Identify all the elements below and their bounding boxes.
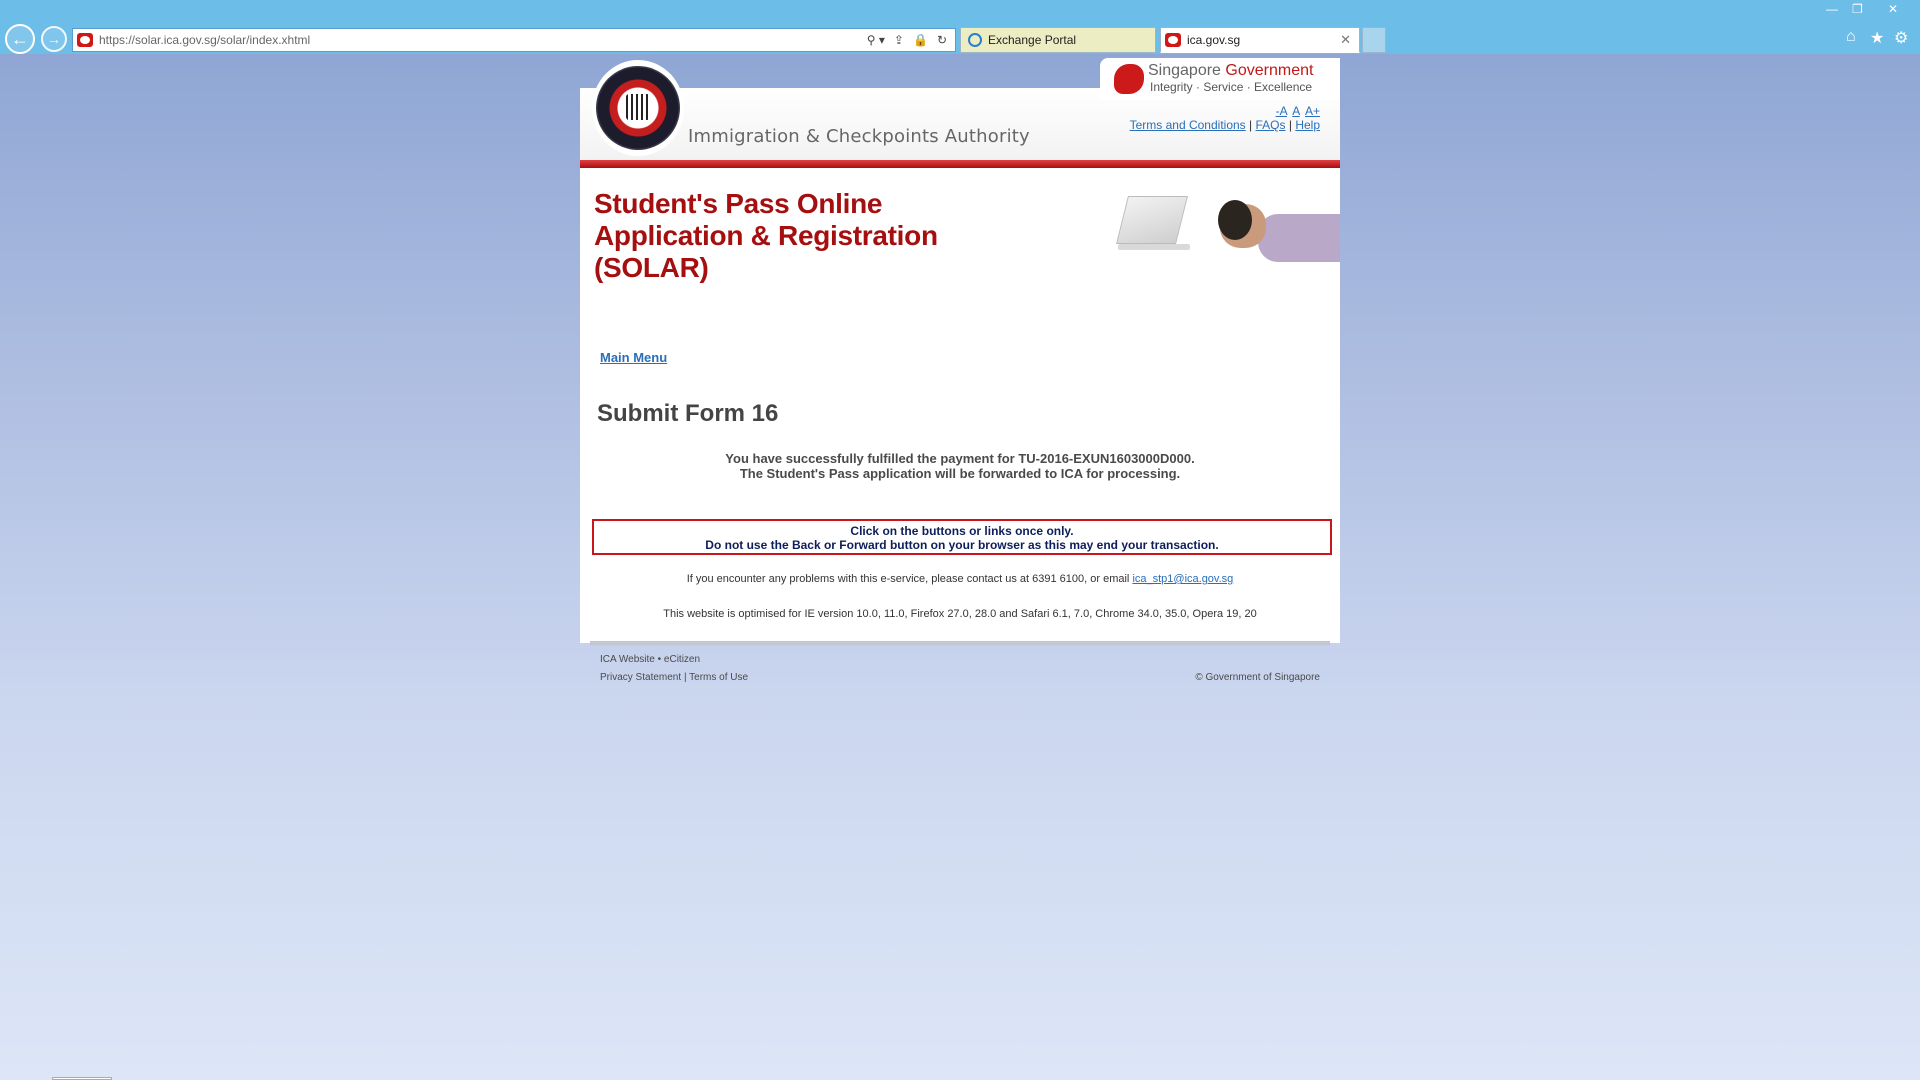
lock-icon[interactable]: 🔒 [913,33,928,47]
singapore-government-banner[interactable]: Singapore Government Integrity · Service… [1100,58,1340,100]
tab-label: Exchange Portal [988,33,1077,47]
separator: | [1249,118,1253,132]
window-close-icon[interactable]: ✕ [1888,2,1898,16]
person-hair [1218,200,1252,240]
header-red-stripe [580,160,1340,168]
ie-globe-icon [968,33,982,47]
settings-gear-icon[interactable]: ⚙ [1894,28,1908,48]
refresh-icon[interactable]: ↻ [937,33,947,47]
tab-label: ica.gov.sg [1187,33,1241,47]
footer-primary-links: ICA Website • eCitizen [600,654,700,665]
warning-notice: Click on the buttons or links once only.… [592,519,1332,555]
site-favicon-icon [77,33,93,47]
copyright-notice: © Government of Singapore [1195,672,1320,683]
person-body [1258,214,1340,262]
restore-icon[interactable]: ❐ [1852,2,1863,16]
privacy-statement-link[interactable]: Privacy Statement [600,672,681,683]
laptop-base [1118,244,1190,250]
gov-title: Singapore Government [1148,62,1314,79]
form-title: Submit Form 16 [597,400,779,427]
bullet: • [657,654,662,665]
main-menu-link[interactable]: Main Menu [600,350,667,365]
faqs-link[interactable]: FAQs [1255,118,1285,132]
address-bar[interactable]: https://solar.ica.gov.sg/solar/index.xht… [72,28,956,52]
help-link[interactable]: Help [1295,118,1320,132]
site-header: Immigration & Checkpoints Authority Sing… [580,58,1340,168]
laptop-icon [1116,196,1188,244]
share-icon[interactable]: ⇪ [894,33,904,47]
panel-shadow [590,641,1330,647]
page-title: Student's Pass Online Application & Regi… [594,188,938,283]
agency-name: Immigration & Checkpoints Authority [688,126,1030,147]
hero-illustration [1110,188,1340,283]
separator: | [1288,118,1292,132]
browser-chrome: ← → https://solar.ica.gov.sg/solar/index… [0,0,1920,54]
font-decrease-link[interactable]: -A [1276,104,1287,118]
lion-head-icon [1114,64,1144,94]
crest-emblem-icon [596,66,680,150]
home-icon[interactable]: ⌂ [1846,28,1856,46]
browser-support-note: This website is optimised for IE version… [663,608,1257,620]
back-button[interactable]: ← [5,24,35,54]
font-normal-link[interactable]: A [1292,104,1299,118]
contact-info: If you encounter any problems with this … [686,573,1234,585]
font-increase-link[interactable]: A+ [1305,104,1320,118]
back-arrow-icon: ← [11,29,29,49]
gov-motto: Integrity · Service · Excellence [1150,80,1313,94]
tab-ica-gov[interactable]: ica.gov.sg ✕ [1160,27,1360,53]
footer-legal-links: Privacy Statement | Terms of Use [600,672,748,683]
terms-of-use-link[interactable]: Terms of Use [689,672,748,683]
forward-button[interactable]: → [41,26,67,52]
separator: | [683,672,687,683]
minimize-icon[interactable]: — [1826,2,1838,16]
font-size-controls: -A A A+ [1274,104,1320,118]
utility-links: Terms and Conditions | FAQs | Help [1130,118,1320,132]
site-favicon-icon [1165,33,1181,47]
forward-arrow-icon: → [47,31,61,47]
ica-crest-logo [592,60,684,156]
contact-email-link[interactable]: ica_stp1@ica.gov.sg [1132,573,1233,585]
new-tab-button[interactable] [1362,27,1386,53]
ecitizen-link[interactable]: eCitizen [664,654,700,665]
site-footer: ICA Website • eCitizen Privacy Statement… [580,650,1340,690]
content-panel: Immigration & Checkpoints Authority Sing… [580,58,1340,643]
ica-website-link[interactable]: ICA Website [600,654,655,665]
terms-link[interactable]: Terms and Conditions [1130,118,1246,132]
favorites-star-icon[interactable]: ★ [1870,28,1884,48]
success-message: You have successfully fulfilled the paym… [725,451,1195,481]
tab-exchange-portal[interactable]: Exchange Portal [960,27,1156,53]
url-text[interactable]: https://solar.ica.gov.sg/solar/index.xht… [99,33,867,47]
search-dropdown-icon[interactable]: ⚲ ▾ [867,33,885,47]
close-tab-icon[interactable]: ✕ [1340,32,1351,48]
